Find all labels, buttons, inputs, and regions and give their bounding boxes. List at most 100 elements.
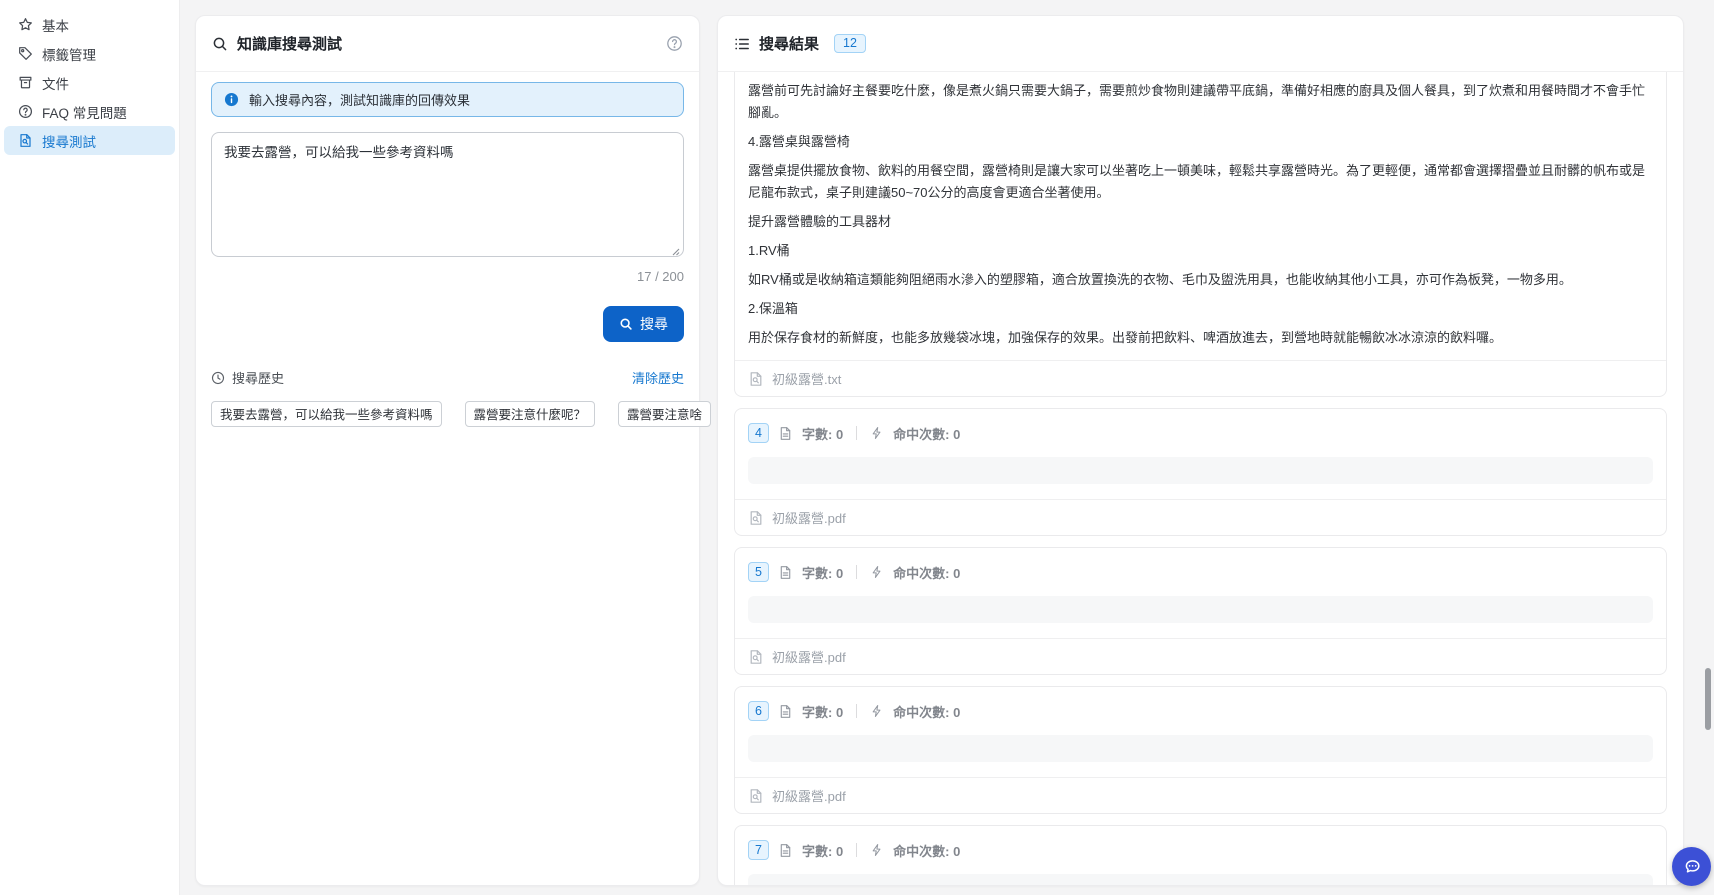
scrollbar-thumb[interactable] — [1705, 668, 1711, 730]
sidebar-item-label: 搜尋測試 — [42, 131, 96, 151]
sidebar-item-search-test[interactable]: 搜尋測試 — [4, 126, 175, 155]
chat-bubble-icon — [1681, 856, 1703, 878]
result-index-badge: 5 — [748, 562, 769, 582]
divider — [856, 843, 857, 857]
divider — [856, 426, 857, 440]
result-stat-row: 5 字數: 0 命中次數: 0 — [735, 548, 1666, 596]
tag-icon — [18, 46, 33, 61]
result-paragraph: 如RV桶或是收納箱這類能夠阻絕雨水滲入的塑膠箱，適合放置換洗的衣物、毛巾及盥洗用… — [748, 269, 1653, 291]
search-button-label: 搜尋 — [640, 314, 668, 334]
info-icon — [224, 92, 239, 107]
result-stat-row: 4 字數: 0 命中次數: 0 — [735, 409, 1666, 457]
word-count-label: 字數: 0 — [802, 702, 843, 721]
search-icon — [212, 36, 228, 52]
file-search-icon — [748, 510, 764, 526]
empty-content-placeholder — [748, 735, 1653, 762]
result-paragraph: 用於保存食材的新鮮度，也能多放幾袋冰塊，加強保存的效果。出發前把飲料、啤酒放進去… — [748, 327, 1653, 349]
result-stat-row: 7 字數: 0 命中次數: 0 — [735, 826, 1666, 874]
question-circle-icon — [18, 104, 33, 119]
sidebar-item-basic[interactable]: 基本 — [4, 10, 175, 39]
star-icon — [18, 17, 33, 32]
history-chip[interactable]: 露營要注意什麼呢？ — [465, 401, 596, 427]
result-stat-row: 6 字數: 0 命中次數: 0 — [735, 687, 1666, 735]
word-count-label: 字數: 0 — [802, 424, 843, 443]
sidebar-item-label: 基本 — [42, 15, 69, 35]
history-chip[interactable]: 我要去露營，可以給我一些參考資料嗎 — [211, 401, 442, 427]
hit-count-label: 命中次數: 0 — [893, 563, 960, 582]
sidebar-item-label: 文件 — [42, 73, 69, 93]
result-card-text: 露營前可先討論好主餐要吃什麼，像是煮火鍋只需要大鍋子，需要煎炒食物則建議帶平底鍋… — [734, 72, 1667, 397]
sidebar-item-label: FAQ 常見問題 — [42, 102, 127, 122]
thunderbolt-icon — [870, 426, 884, 440]
clock-icon — [211, 371, 225, 385]
search-icon — [619, 317, 633, 331]
hit-count-label: 命中次數: 0 — [893, 841, 960, 860]
document-icon — [778, 426, 793, 441]
search-query-textarea[interactable]: 我要去露營，可以給我一些參考資料嗎 — [211, 132, 684, 257]
result-file-row: 初級露營.pdf — [735, 638, 1666, 674]
file-search-icon — [748, 371, 764, 387]
results-title: 搜尋結果 — [759, 33, 819, 54]
sidebar: 基本 標籤管理 文件 FAQ 常見問題 搜尋測試 — [0, 0, 180, 895]
result-card-6: 6 字數: 0 命中次數: 0 初級露營.pdf — [734, 686, 1667, 814]
info-alert: 輸入搜尋內容，測試知識庫的回傳效果 — [211, 82, 684, 117]
search-test-panel: 知識庫搜尋測試 輸入搜尋內容，測試知識庫的回傳效果 我要去露營，可以給我一些參考… — [195, 15, 700, 886]
page-title: 知識庫搜尋測試 — [237, 33, 342, 54]
result-file-name: 初級露營.pdf — [772, 647, 846, 666]
results-scroll-area[interactable]: 露營前可先討論好主餐要吃什麼，像是煮火鍋只需要大鍋子，需要煎炒食物則建議帶平底鍋… — [718, 72, 1683, 886]
document-icon — [778, 704, 793, 719]
result-paragraph: 露營桌提供擺放食物、飲料的用餐空間，露營椅則是讓大家可以坐著吃上一頓美味，輕鬆共… — [748, 160, 1653, 204]
sidebar-item-tags[interactable]: 標籤管理 — [4, 39, 175, 68]
clear-history-link[interactable]: 清除歷史 — [632, 368, 684, 387]
result-index-badge: 7 — [748, 840, 769, 860]
divider — [856, 704, 857, 718]
search-results-panel: 搜尋結果 12 露營前可先討論好主餐要吃什麼，像是煮火鍋只需要大鍋子，需要煎炒食… — [717, 15, 1684, 886]
result-file-row: 初級露營.pdf — [735, 499, 1666, 535]
result-card-5: 5 字數: 0 命中次數: 0 初級露營.pdf — [734, 547, 1667, 675]
result-card-4: 4 字數: 0 命中次數: 0 初級露營.pdf — [734, 408, 1667, 536]
search-button[interactable]: 搜尋 — [603, 306, 684, 342]
thunderbolt-icon — [870, 704, 884, 718]
result-index-badge: 4 — [748, 423, 769, 443]
resize-handle[interactable] — [670, 246, 680, 256]
result-card-7: 7 字數: 0 命中次數: 0 初級露營.pdf — [734, 825, 1667, 886]
history-chip-list: 我要去露營，可以給我一些參考資料嗎 露營要注意什麼呢？ 露營要注意啥 — [211, 401, 684, 427]
empty-content-placeholder — [748, 596, 1653, 623]
help-circle-icon[interactable] — [666, 35, 683, 52]
thunderbolt-icon — [870, 565, 884, 579]
document-icon — [778, 565, 793, 580]
hit-count-label: 命中次數: 0 — [893, 702, 960, 721]
storage-box-icon — [18, 75, 33, 90]
sidebar-item-documents[interactable]: 文件 — [4, 68, 175, 97]
result-file-row: 初級露營.pdf — [735, 777, 1666, 813]
result-text-block: 露營前可先討論好主餐要吃什麼，像是煮火鍋只需要大鍋子，需要煎炒食物則建議帶平底鍋… — [735, 78, 1666, 360]
word-count-label: 字數: 0 — [802, 563, 843, 582]
history-chip[interactable]: 露營要注意啥 — [618, 401, 711, 427]
result-paragraph: 露營前可先討論好主餐要吃什麼，像是煮火鍋只需要大鍋子，需要煎炒食物則建議帶平底鍋… — [748, 80, 1653, 124]
results-header: 搜尋結果 12 — [718, 16, 1683, 72]
hit-count-label: 命中次數: 0 — [893, 424, 960, 443]
result-paragraph: 1.RV桶 — [748, 240, 1653, 262]
file-search-icon — [18, 133, 33, 148]
empty-content-placeholder — [748, 874, 1653, 886]
result-paragraph: 2.保溫箱 — [748, 298, 1653, 320]
result-file-name: 初級露營.pdf — [772, 786, 846, 805]
result-paragraph: 提升露營體驗的工具器材 — [748, 211, 1653, 233]
results-count-badge: 12 — [834, 34, 866, 53]
file-search-icon — [748, 788, 764, 804]
file-search-icon — [748, 649, 764, 665]
word-count-label: 字數: 0 — [802, 841, 843, 860]
result-paragraph: 4.露營桌與露營椅 — [748, 131, 1653, 153]
result-file-row: 初級露營.txt — [735, 360, 1666, 396]
divider — [856, 565, 857, 579]
empty-content-placeholder — [748, 457, 1653, 484]
result-index-badge: 6 — [748, 701, 769, 721]
sidebar-item-label: 標籤管理 — [42, 44, 96, 64]
document-icon — [778, 843, 793, 858]
sidebar-item-faq[interactable]: FAQ 常見問題 — [4, 97, 175, 126]
chat-button[interactable] — [1672, 847, 1711, 886]
list-icon — [734, 36, 750, 52]
search-test-header: 知識庫搜尋測試 — [196, 16, 699, 72]
history-title: 搜尋歷史 — [232, 368, 284, 387]
char-counter: 17 / 200 — [211, 269, 684, 284]
